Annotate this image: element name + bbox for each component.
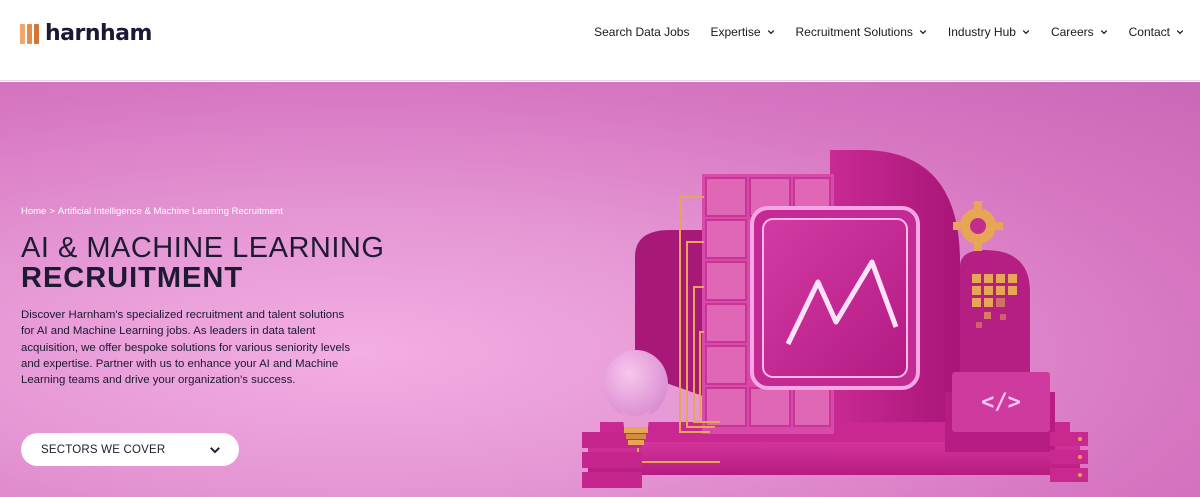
logo-mark-icon [20,23,39,44]
nav-item-label: Careers [1050,25,1094,39]
nav-item-recruitment-solutions[interactable]: Recruitment Solutions [796,25,927,39]
nav-item-careers[interactable]: Careers [1051,25,1108,39]
nav-item-search-data-jobs[interactable]: Search Data Jobs [594,25,689,39]
hero-banner: Home > Artificial Intelligence & Machine… [0,82,1200,497]
breadcrumb-separator: > [49,206,55,217]
breadcrumb: Home > Artificial Intelligence & Machine… [21,206,283,217]
nav-item-label: Search Data Jobs [594,25,690,39]
breadcrumb-current: Artificial Intelligence & Machine Learni… [57,206,283,217]
gear-icon [953,201,1003,251]
code-symbol: </> [981,390,1021,415]
site-header: harnham Search Data Jobs Expertise Recru… [0,0,1200,81]
logo[interactable]: harnham [20,21,152,46]
chevron-down-icon [1022,30,1030,35]
breadcrumb-home-link[interactable]: Home [21,206,46,217]
nav-item-label: Industry Hub [947,25,1016,39]
chevron-down-icon [919,30,927,35]
nav-item-label: Contact [1128,25,1170,39]
nav-item-label: Expertise [710,25,761,39]
ai-ml-illustration: </> [582,150,1088,488]
main-nav: Search Data Jobs Expertise Recruitment S… [594,25,1184,39]
sectors-dropdown-button[interactable]: SECTORS WE COVER [21,433,239,466]
server-rack [1050,432,1088,482]
page-title-line2: RECRUITMENT [21,262,244,294]
nav-item-industry-hub[interactable]: Industry Hub [948,25,1030,39]
chevron-down-icon [1100,30,1107,35]
sectors-button-label: SECTORS WE COVER [41,443,166,456]
chevron-down-icon [210,446,220,453]
logo-text: harnham [45,21,152,46]
nav-item-label: Recruitment Solutions [795,25,913,39]
nav-item-contact[interactable]: Contact [1129,25,1184,39]
hero-description: Discover Harnham's specialized recruitme… [21,309,351,387]
nav-item-expertise[interactable]: Expertise [710,25,774,39]
chevron-down-icon [767,30,774,35]
chevron-down-icon [1176,30,1184,35]
page-title-line1: AI & MACHINE LEARNING [21,232,385,264]
